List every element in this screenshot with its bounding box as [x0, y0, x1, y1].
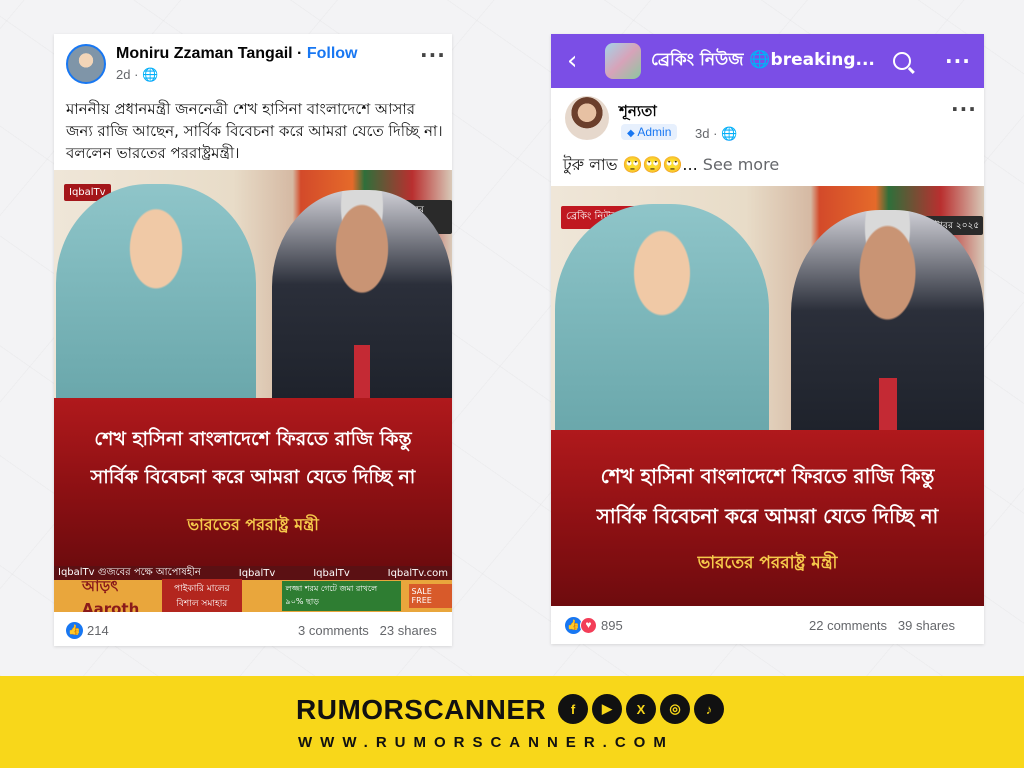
author-name[interactable]: Moniru Zzaman Tangail: [116, 45, 293, 62]
post-meta: 3d · 🌐: [695, 126, 738, 141]
ad-logo: আড়ৎ Aaroth: [82, 576, 140, 613]
group-thumbnail[interactable]: [605, 43, 641, 79]
admin-icon: ◆: [627, 128, 635, 139]
brand-title: RUMORSCANNER: [296, 694, 547, 725]
news-banner: শেখ হাসিনা বাংলাদেশে ফিরতে রাজি কিন্তু স…: [551, 430, 984, 606]
reaction-summary[interactable]: 👍 214: [66, 622, 109, 639]
admin-badge: ◆ Admin: [621, 124, 678, 140]
news-image[interactable]: IqbalTv ২৭ অক্টোবর ২০২৫ শেখ হাসিনা বাংলা…: [54, 170, 452, 612]
see-more-link[interactable]: See more: [703, 155, 779, 174]
attribution: ভারতের পররাষ্ট্র মন্ত্রী: [187, 515, 319, 534]
facebook-icon[interactable]: f: [558, 694, 588, 724]
like-icon: 👍: [66, 622, 83, 639]
ad-sale: SALE FREE: [408, 584, 452, 608]
post-options-icon[interactable]: ···: [951, 99, 977, 119]
love-icon: ♥: [580, 617, 597, 634]
globe-icon: 🌐: [142, 67, 159, 82]
tie: [354, 345, 370, 400]
reaction-summary[interactable]: 👍 ♥ 895: [565, 617, 623, 634]
group-name[interactable]: ব্রেকিং নিউজ 🌐breaking...: [651, 47, 879, 75]
search-icon[interactable]: [893, 52, 911, 70]
engagement-counts: 22 comments 39 shares: [809, 618, 955, 633]
headline-line-2: সার্বিক বিবেচনা করে আমরা যেতে দিচ্ছি না: [596, 504, 939, 528]
tie: [879, 378, 897, 434]
headline-line-2: সার্বিক বিবেচনা করে আমরা যেতে দিচ্ছি না: [90, 466, 416, 488]
post-text: মাননীয় প্রধানমন্ত্রী জননেত্রী শেখ হাসিন…: [66, 100, 443, 162]
globe-icon: 🌐: [721, 126, 738, 141]
attribution: ভারতের পররাষ্ট্র মন্ত্রী: [697, 553, 838, 573]
author-name[interactable]: শূন্যতা: [619, 100, 657, 125]
footer-mid1: IqbalTv: [238, 567, 276, 579]
ad-text: পাইকারি মালের বিশাল সমাহার: [162, 579, 242, 612]
author-line: Moniru Zzaman Tangail · Follow: [116, 45, 357, 63]
portrait-left: [555, 204, 769, 434]
author-avatar[interactable]: [66, 44, 106, 84]
headline-line-1: শেখ হাসিনা বাংলাদেশে ফিরতে রাজি কিন্তু: [94, 428, 412, 450]
rumorscanner-footer: RUMORSCANNER f ▶ X ◎ ♪ WWW.RUMORSCANNER.…: [0, 676, 1024, 768]
footer-right: IqbalTv.com: [387, 567, 448, 579]
shares-count[interactable]: 23 shares: [380, 623, 437, 638]
ad-banner[interactable]: আড়ৎ Aaroth পাইকারি মালের বিশাল সমাহার ল…: [54, 577, 452, 612]
youtube-icon[interactable]: ▶: [592, 694, 622, 724]
portrait-left: [56, 184, 256, 400]
post-time[interactable]: 2d: [116, 67, 130, 82]
instagram-icon[interactable]: ◎: [660, 694, 690, 724]
post-body: টুরু লাভ 🙄🙄🙄...: [563, 155, 698, 174]
news-image[interactable]: ব্রেকিং নিউজ:😵 ২৭ অক্টোবর ২০২৫ শেখ হাসিন…: [551, 186, 984, 606]
ad-promo: লজ্জা শরম গেটে জমা রাখলে ৯০% ছাড়: [281, 581, 401, 611]
engagement-counts: 3 comments 23 shares: [298, 623, 437, 638]
tiktok-icon[interactable]: ♪: [694, 694, 724, 724]
reaction-count: 214: [87, 623, 109, 638]
website-url[interactable]: WWW.RUMORSCANNER.COM: [298, 734, 674, 751]
news-banner: শেখ হাসিনা বাংলাদেশে ফিরতে রাজি কিন্তু স…: [54, 398, 452, 566]
more-options-icon[interactable]: ···: [420, 45, 446, 65]
comments-count[interactable]: 22 comments: [809, 618, 887, 633]
headline-line-1: শেখ হাসিনা বাংলাদেশে ফিরতে রাজি কিন্তু: [600, 464, 935, 488]
x-icon[interactable]: X: [626, 694, 656, 724]
post-time[interactable]: 3d: [695, 126, 709, 141]
post-meta: 2d · 🌐: [116, 67, 159, 82]
group-header-bar: ‹ ব্রেকিং নিউজ 🌐breaking... ···: [551, 34, 984, 88]
post-card-right: ‹ ব্রেকিং নিউজ 🌐breaking... ··· শূন্যতা …: [551, 34, 984, 644]
back-arrow-icon[interactable]: ‹: [567, 46, 591, 76]
comments-count[interactable]: 3 comments: [298, 623, 369, 638]
post-header: Moniru Zzaman Tangail · Follow 2d · 🌐 ··…: [54, 34, 452, 94]
shares-count[interactable]: 39 shares: [898, 618, 955, 633]
post-card-left: Moniru Zzaman Tangail · Follow 2d · 🌐 ··…: [54, 34, 452, 646]
reaction-count: 895: [601, 618, 623, 633]
admin-label: Admin: [637, 125, 672, 139]
more-options-icon[interactable]: ···: [945, 49, 971, 73]
post-text: টুরু লাভ 🙄🙄🙄... See more: [563, 154, 973, 176]
footer-mid2: IqbalTv: [313, 567, 350, 579]
follow-button[interactable]: Follow: [307, 45, 358, 62]
separator: ·: [292, 45, 307, 62]
author-avatar[interactable]: [565, 96, 609, 140]
